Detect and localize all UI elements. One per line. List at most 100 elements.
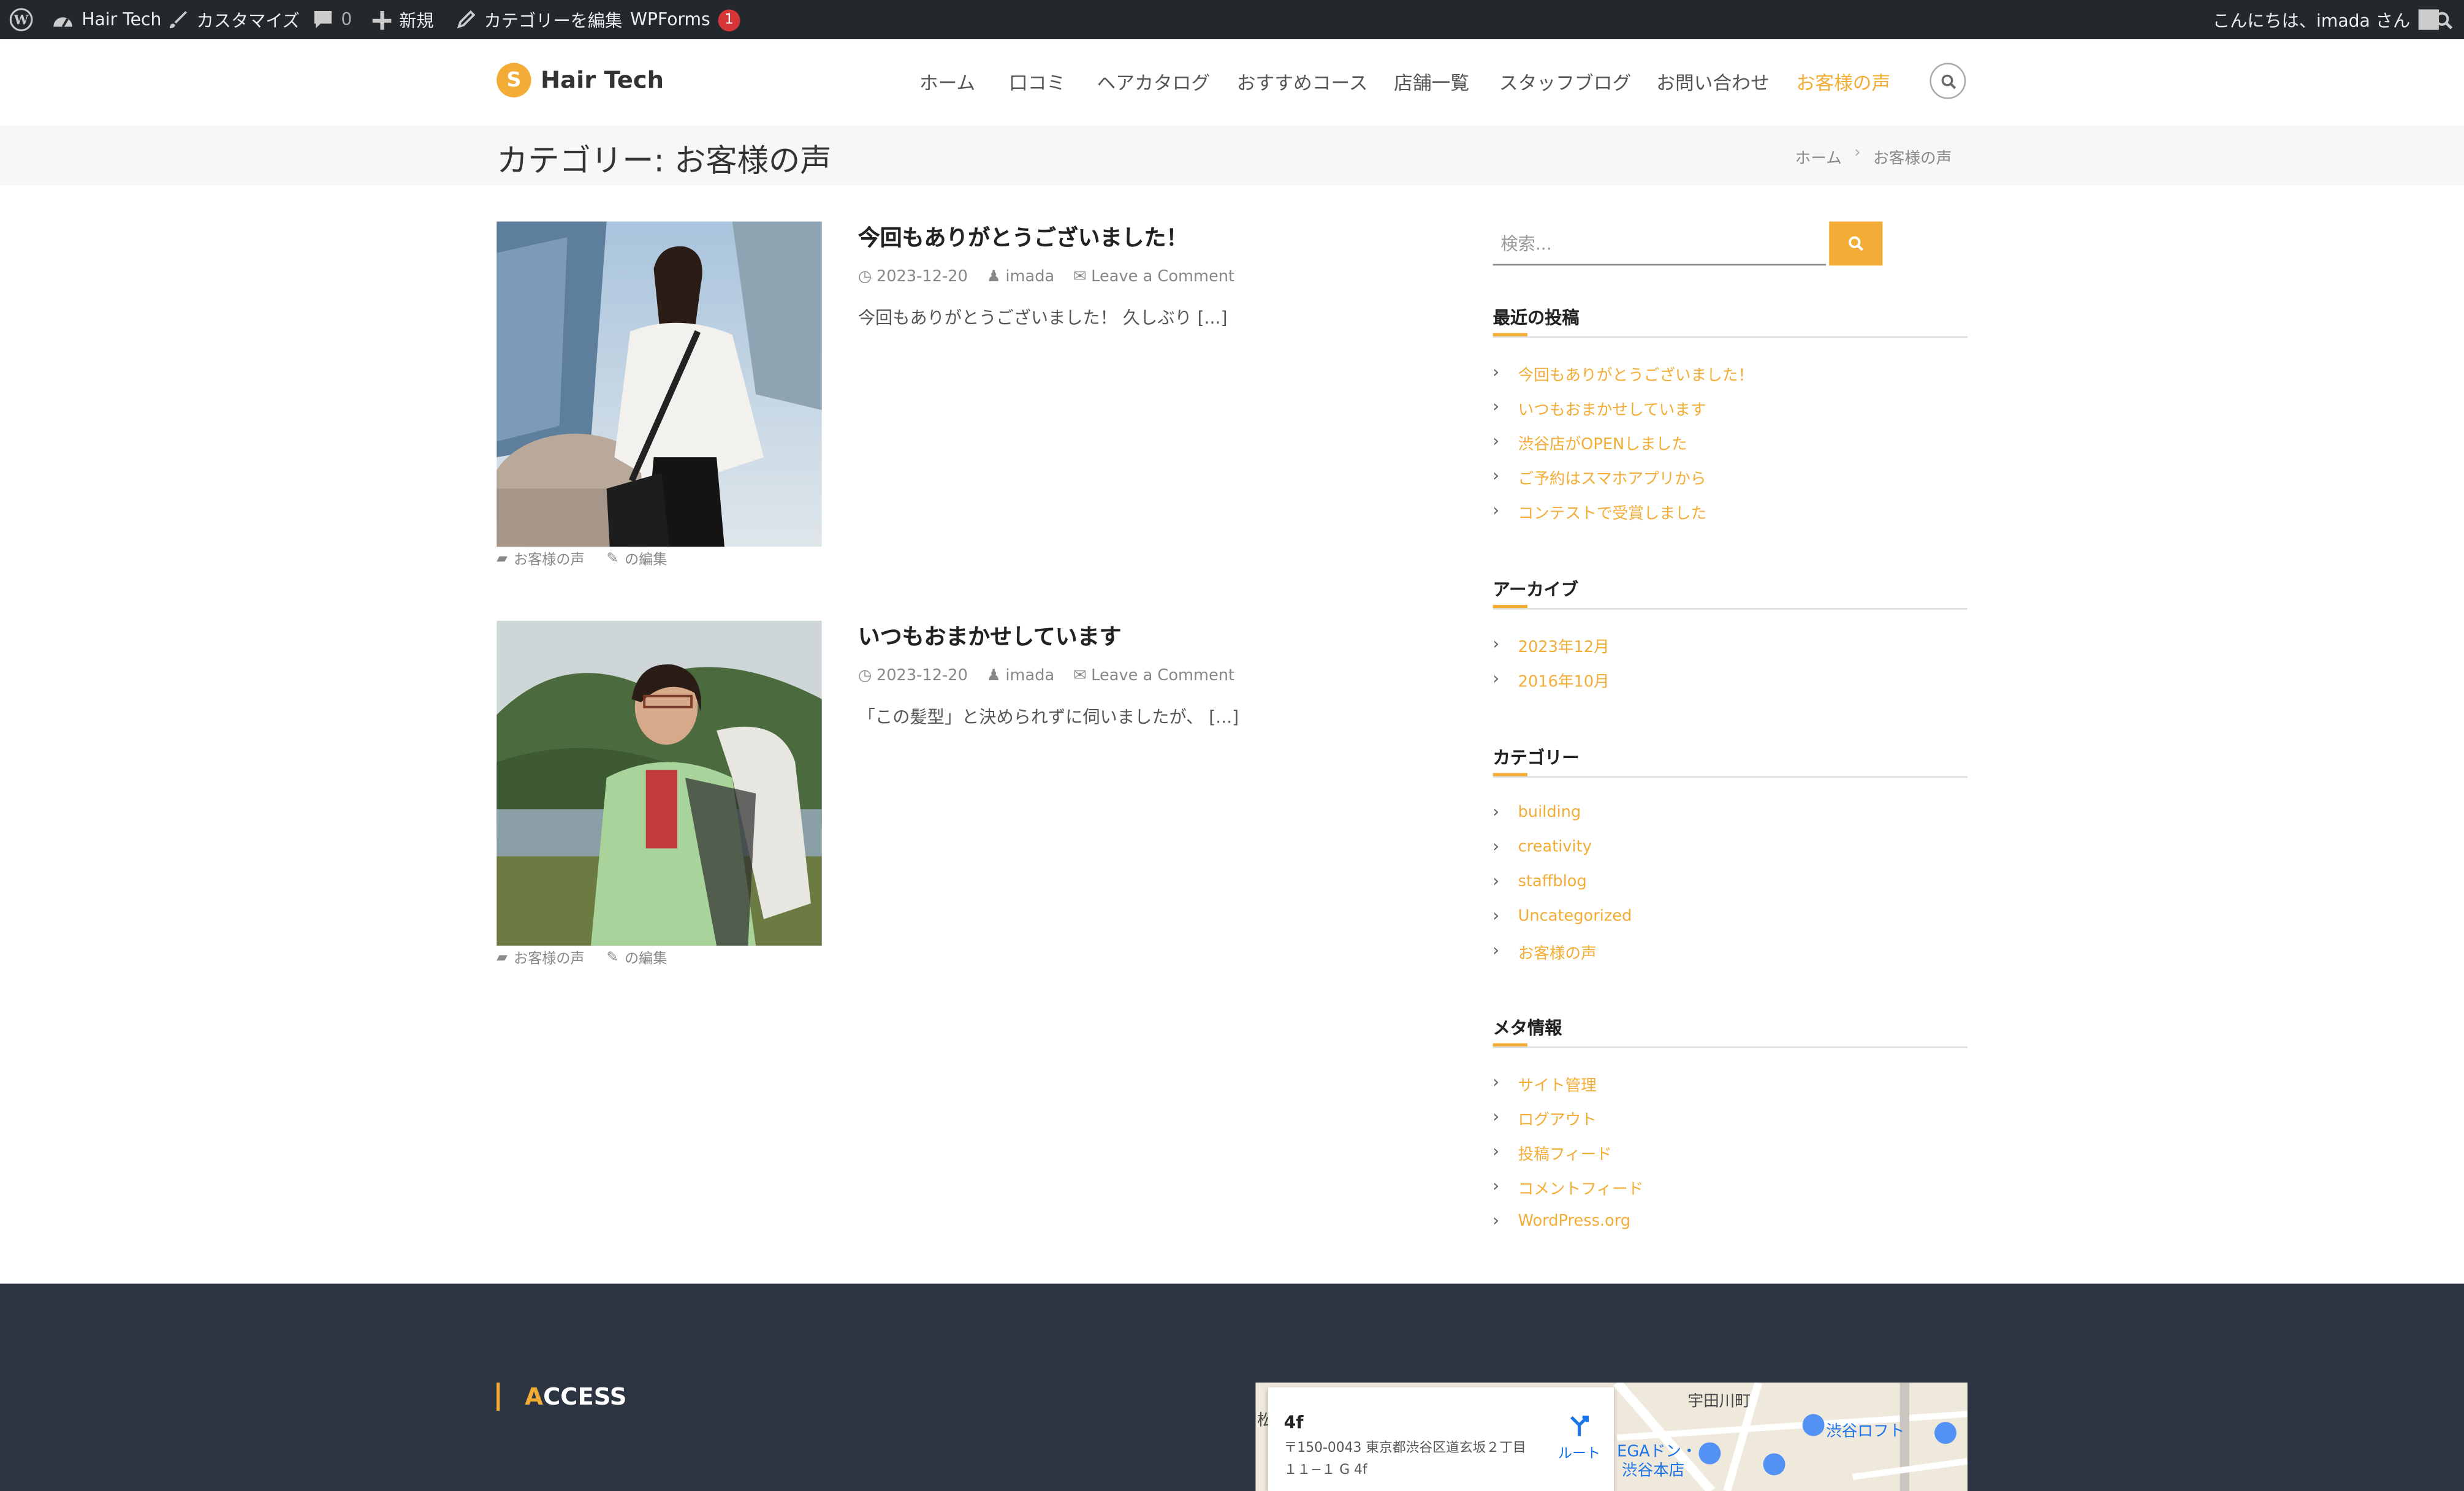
recent-post-link[interactable]: › 渋谷店がOPENしました <box>1493 424 1968 458</box>
post-thumbnail[interactable] <box>496 620 822 946</box>
post-edit-link[interactable]: ✎ の編集 <box>606 548 667 569</box>
page-title: カテゴリー: お客様の声 <box>496 141 832 180</box>
nav-item-staff-blog[interactable]: スタッフブログ <box>1499 69 1631 96</box>
post-title[interactable]: いつもおまかせしています <box>858 621 1122 652</box>
map-info-card: 4f 〒150-0043 東京都渋谷区道玄坂２丁目１１−１ G 4f ルート <box>1268 1387 1614 1491</box>
map-address: 〒150-0043 東京都渋谷区道玄坂２丁目１１−１ G 4f <box>1283 1441 1526 1479</box>
nav-item-courses[interactable]: おすすめコース <box>1237 69 1368 96</box>
breadcrumb-separator-icon: › <box>1854 144 1861 162</box>
post-comments[interactable]: ✉ Leave a Comment <box>1073 268 1234 286</box>
post-author[interactable]: ♟ imada <box>987 668 1054 685</box>
map-route-button[interactable]: ルート <box>1548 1413 1611 1463</box>
admin-site-link[interactable]: Hair Tech <box>52 0 161 39</box>
post-category[interactable]: ▰ お客様の声 <box>496 947 584 968</box>
admin-new-link[interactable]: 新規 <box>372 0 434 39</box>
category-link[interactable]: › creativity <box>1493 830 1968 864</box>
chevron-right-icon: › <box>1492 433 1499 450</box>
admin-wpforms-link[interactable]: WPForms 1 <box>630 0 740 39</box>
map-pin-icon[interactable] <box>1802 1414 1825 1436</box>
widget-title: カテゴリー <box>1492 748 1580 768</box>
post-excerpt: 「この髪型」と決められずに伺いましたが、 [...] <box>857 707 1239 728</box>
post-category[interactable]: ▰ お客様の声 <box>496 548 584 569</box>
nav-item-reviews[interactable]: 口コミ <box>1009 69 1065 96</box>
admin-comments-link[interactable]: 0 <box>313 0 352 39</box>
post-date[interactable]: ◷ 2023-12-20 <box>858 268 968 286</box>
comment-icon <box>314 10 332 29</box>
admin-bar: W Hair Tech カスタマイズ 0 新規 カテゴリーを編集 WPForms… <box>0 0 2464 40</box>
sidebar-search-input[interactable]: 検索... <box>1492 221 1827 266</box>
recent-post-link[interactable]: › いつもおまかせしています <box>1493 390 1968 424</box>
map-place-name: 4f <box>1283 1412 1304 1433</box>
post-meta: ◷ 2023-12-20 ♟ imada ✉ Leave a Comment <box>858 268 1234 286</box>
admin-customize-link[interactable]: カスタマイズ <box>167 0 300 39</box>
category-link[interactable]: › お客様の声 <box>1493 933 1968 968</box>
edit-icon: ✎ <box>606 550 618 567</box>
category-link[interactable]: › staffblog <box>1493 864 1968 898</box>
post-category-text: お客様の声 <box>514 553 585 569</box>
embedded-map[interactable]: 宇田川町 渋谷ロフト EGAドン・ 渋谷本店 松 4f 〒150-0043 東京… <box>1255 1383 1968 1491</box>
archive-link[interactable]: › 2016年10月 <box>1493 661 1968 696</box>
site-logo[interactable]: S Hair Tech <box>496 63 664 97</box>
recent-post-link[interactable]: › 今回もありがとうございました！ <box>1493 355 1968 389</box>
admin-account-link[interactable]: こんにちは、imada さん <box>2213 0 2439 39</box>
meta-link[interactable]: › ログアウト <box>1493 1100 1968 1134</box>
post-date-text: 2023-12-20 <box>876 667 968 685</box>
clock-icon: ◷ <box>857 667 872 685</box>
breadcrumb: ホーム › お客様の声 <box>1795 145 1952 168</box>
map-label: 渋谷本店 <box>1621 1462 1685 1481</box>
breadcrumb-home[interactable]: ホーム <box>1795 145 1842 168</box>
chevron-right-icon: › <box>1492 1177 1499 1195</box>
meta-link[interactable]: › WordPress.org <box>1493 1204 1968 1238</box>
widget-divider <box>1492 1043 1968 1049</box>
nav-item-customer-voice[interactable]: お客様の声 <box>1796 69 1890 96</box>
map-route-label: ルート <box>1557 1447 1601 1463</box>
map-pin-icon[interactable] <box>1698 1442 1721 1465</box>
post-author-text: imada <box>1005 268 1055 286</box>
sidebar-search-button[interactable] <box>1829 221 1883 266</box>
meta-link[interactable]: › 投稿フィード <box>1493 1134 1968 1169</box>
chevron-right-icon: › <box>1492 838 1499 856</box>
admin-edit-category-link[interactable]: カテゴリーを編集 <box>456 0 622 39</box>
nav-item-contact[interactable]: お問い合わせ <box>1656 69 1770 96</box>
nav-item-home[interactable]: ホーム <box>919 69 975 96</box>
post-title[interactable]: 今回もありがとうございました！ <box>858 221 1188 252</box>
post-author[interactable]: ♟ imada <box>987 268 1054 286</box>
recent-post-link[interactable]: › ご予約はスマホアプリから <box>1493 459 1968 493</box>
archive-link[interactable]: › 2023年12月 <box>1493 627 1968 661</box>
comments-icon: ✉ <box>1073 268 1087 286</box>
post-comments[interactable]: ✉ Leave a Comment <box>1073 668 1234 685</box>
map-pin-icon[interactable] <box>1763 1453 1785 1476</box>
user-icon: ♟ <box>986 268 1001 286</box>
access-heading-rest: CCESS <box>543 1383 627 1411</box>
nav-item-hair-catalog[interactable]: ヘアカタログ <box>1097 69 1211 96</box>
widget-title: メタ情報 <box>1492 1018 1562 1039</box>
post-edit-link[interactable]: ✎ の編集 <box>606 947 667 968</box>
header-search-button[interactable] <box>1930 63 1966 99</box>
post-date[interactable]: ◷ 2023-12-20 <box>858 668 968 685</box>
folder-icon: ▰ <box>496 550 508 567</box>
site-footer: A CCESS 宇田川町 渋谷ロフト EGAドン・ 渋谷本店 松 4f 〒150-… <box>0 1283 2464 1491</box>
wpforms-badge: 1 <box>718 9 740 31</box>
archive-widget: アーカイブ › 2023年12月 › 2016年10月 <box>1492 577 1968 696</box>
nav-item-shops[interactable]: 店舗一覧 <box>1394 69 1469 96</box>
recent-posts-widget: 最近の投稿 › 今回もありがとうございました！ › いつもおまかせしています › 渋谷… <box>1492 305 1968 528</box>
directions-icon <box>1570 1415 1589 1436</box>
meta-link[interactable]: › コメントフィード <box>1493 1169 1968 1203</box>
category-link[interactable]: › Uncategorized <box>1493 898 1968 933</box>
admin-search-button[interactable] <box>2434 0 2453 39</box>
meta-link[interactable]: › サイト管理 <box>1493 1065 1968 1099</box>
chevron-right-icon: › <box>1492 467 1499 485</box>
map-pin-icon[interactable] <box>1934 1422 1956 1444</box>
edit-icon: ✎ <box>606 949 618 966</box>
post-card: 今回もありがとうございました！ ◷ 2023-12-20 ♟ imada ✉ Leav… <box>496 221 1235 583</box>
chevron-right-icon: › <box>1492 1143 1499 1161</box>
chevron-right-icon: › <box>1492 941 1499 960</box>
recent-post-link[interactable]: › コンテストで受賞しました <box>1493 493 1968 528</box>
archive-label: 2016年10月 <box>1518 673 1610 691</box>
post-card: いつもおまかせしています ◷ 2023-12-20 ♟ imada ✉ Leave a… <box>496 620 1239 982</box>
category-link[interactable]: › building <box>1493 795 1968 829</box>
post-thumbnail[interactable] <box>496 221 822 547</box>
brush-icon <box>169 10 188 28</box>
access-heading: A CCESS <box>496 1383 626 1411</box>
wordpress-logo-icon[interactable]: W <box>9 0 33 39</box>
